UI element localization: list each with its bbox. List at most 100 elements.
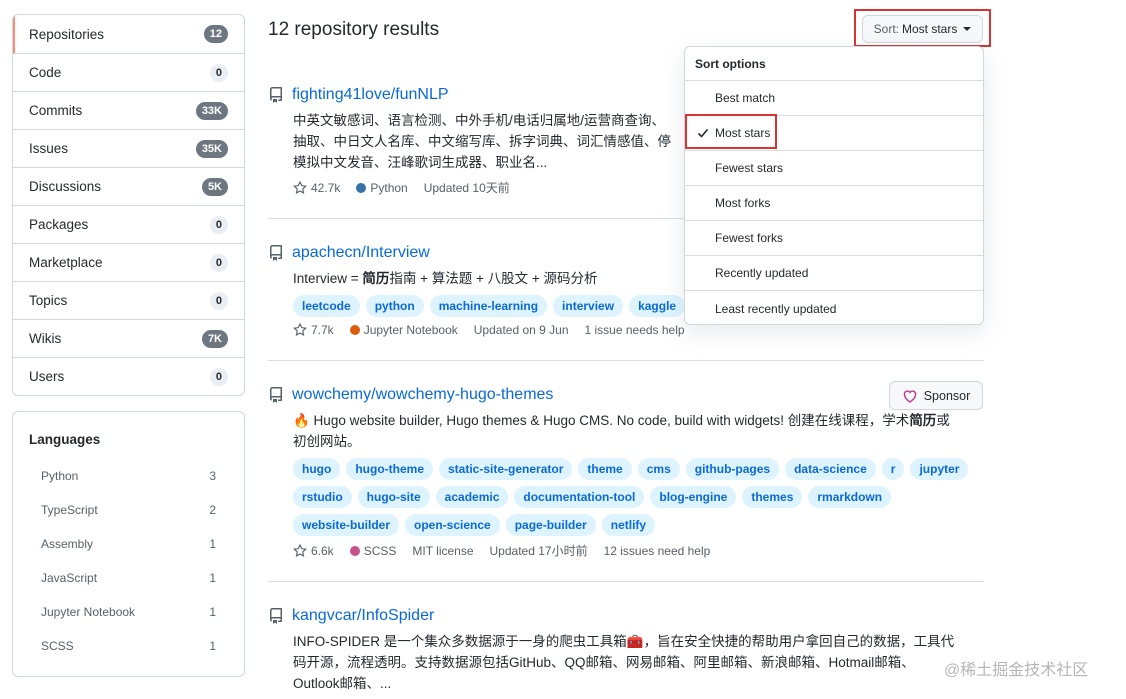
description-line: 初创网站。 [293,434,361,449]
sort-option-fewest-forks[interactable]: Fewest forks [685,221,983,256]
language-filter-assembly[interactable]: Assembly 1 [29,527,228,561]
language-name: Assembly [41,537,94,551]
filter-label: Wikis [29,331,62,346]
repo-description: 🔥 Hugo website builder, Hugo themes & Hu… [293,410,984,452]
language-filter-python[interactable]: Python 3 [29,459,228,493]
repo-language: SCSS [349,543,397,558]
filter-repositories[interactable]: Repositories 12 [13,15,244,53]
topic-tag[interactable]: kaggle [629,295,686,317]
topic-tag[interactable]: themes [742,486,803,508]
watermark: @稀土掘金技术社区 [944,662,1089,679]
sort-dropdown-button[interactable]: Sort: Most stars [862,15,983,43]
help-wanted-issues-link[interactable]: 12 issues need help [604,544,711,558]
language-name: Jupyter Notebook [41,605,136,619]
results-title: 12 repository results [268,19,440,40]
language-count: 2 [209,503,216,517]
filter-commits[interactable]: Commits 33K [13,91,244,129]
language-filter-typescript[interactable]: TypeScript 2 [29,493,228,527]
language-filter-scss[interactable]: SCSS 1 [29,629,228,663]
filter-wikis[interactable]: Wikis 7K [13,319,244,357]
filter-topics[interactable]: Topics 0 [13,281,244,319]
topic-tag[interactable]: page-builder [505,514,596,536]
repo-name-link[interactable]: kangvcar/InfoSpider [292,607,434,625]
topic-tag[interactable]: leetcode [293,295,360,317]
filter-users[interactable]: Users 0 [13,357,244,395]
topic-tag[interactable]: academic [435,486,509,508]
sort-option-recently-updated[interactable]: Recently updated [685,256,983,291]
language-count: 1 [209,639,216,653]
description-text: 或 [936,413,950,428]
language-name: SCSS [363,543,397,558]
filter-issues[interactable]: Issues 35K [13,129,244,167]
star-count: 6.6k [311,543,334,558]
filter-label: Packages [29,217,89,232]
sort-option-most-forks[interactable]: Most forks [685,186,983,221]
filter-code[interactable]: Code 0 [13,53,244,91]
language-filter-javascript[interactable]: JavaScript 1 [29,561,228,595]
sort-option-fewest-stars[interactable]: Fewest stars [685,151,983,186]
language-color-dot [349,325,360,335]
filter-label: Repositories [29,26,105,42]
topic-tag[interactable]: theme [578,458,632,480]
filter-label: Commits [29,103,83,118]
topic-tag[interactable]: interview [553,295,624,317]
topic-tag[interactable]: rmarkdown [808,486,892,508]
repo-meta: 7.7k Jupyter Notebook Updated on 9 Jun 1… [293,323,984,337]
topic-tag[interactable]: hugo-site [357,486,430,508]
topic-tag[interactable]: cms [637,458,680,480]
repo-stars[interactable]: 7.7k [293,323,334,337]
repo-stars[interactable]: 42.7k [293,180,340,195]
repo-updated: Updated on 9 Jun [473,323,569,337]
topic-tag[interactable]: hugo [293,458,341,480]
repo-icon [270,87,282,103]
language-name: Jupyter Notebook [363,323,458,337]
topic-tag[interactable]: github-pages [685,458,780,480]
repo-license: MIT license [412,543,474,558]
sponsor-button[interactable]: Sponsor [889,381,983,410]
filter-label: Topics [29,293,68,308]
description-highlight: 简历 [909,413,937,428]
repo-result: wowchemy/wowchemy-hugo-themes 🔥 Hugo web… [268,386,984,559]
repo-name-link[interactable]: apachecn/Interview [292,244,430,262]
topic-tag[interactable]: rstudio [293,486,352,508]
topic-tag[interactable]: documentation-tool [514,486,645,508]
sort-option-best-match[interactable]: Best match [685,81,983,116]
repo-name-link[interactable]: fighting41love/funNLP [292,86,449,104]
sort-options-menu: Sort options Best match Most stars Fewes… [684,46,984,325]
repo-meta: 6.6k SCSS MIT license Updated 17小时前 12 i… [293,542,984,559]
filter-count: 0 [209,253,228,272]
topic-tag[interactable]: website-builder [293,514,400,536]
help-wanted-issues-link[interactable]: 1 issue needs help [585,323,685,337]
repo-name-link[interactable]: wowchemy/wowchemy-hugo-themes [292,386,553,404]
description-text: 🔥 Hugo website builder, Hugo themes & Hu… [293,413,910,428]
topic-tag[interactable]: blog-engine [650,486,737,508]
language-filter-jupyter-notebook[interactable]: Jupyter Notebook 1 [29,595,228,629]
topic-tag[interactable]: jupyter [910,458,969,480]
filter-label: Code [29,65,62,80]
filter-discussions[interactable]: Discussions 5K [13,167,244,205]
filter-label: Issues [29,141,69,156]
repo-language: Python [356,181,408,195]
option-label: Most forks [715,196,771,210]
repo-stars[interactable]: 6.6k [293,543,334,558]
topic-tag[interactable]: netlify [601,514,656,536]
language-count: 1 [209,571,216,585]
topic-tag[interactable]: r [881,458,905,480]
filter-count: 0 [209,215,228,234]
star-count: 7.7k [311,323,334,337]
topic-tag[interactable]: hugo-theme [346,458,433,480]
topic-list: hugo hugo-theme static-site-generator th… [293,458,984,536]
filter-marketplace[interactable]: Marketplace 0 [13,243,244,281]
option-label: Best match [715,91,776,105]
sort-option-least-recently-updated[interactable]: Least recently updated [685,291,983,324]
topic-tag[interactable]: static-site-generator [439,458,573,480]
topic-tag[interactable]: python [365,295,424,317]
description-highlight: 简历 [362,271,390,286]
filter-count: 35K [195,139,228,158]
repo-result: kangvcar/InfoSpider INFO-SPIDER 是一个集众多数据… [268,607,984,694]
filter-packages[interactable]: Packages 0 [13,205,244,243]
topic-tag[interactable]: data-science [785,458,876,480]
topic-tag[interactable]: open-science [405,514,500,536]
option-highlight-box [685,114,777,149]
topic-tag[interactable]: machine-learning [429,295,548,317]
